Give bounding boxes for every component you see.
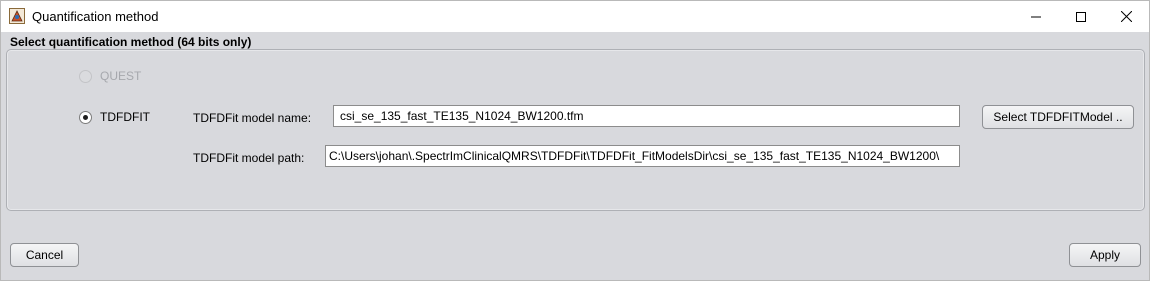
window-title: Quantification method bbox=[32, 9, 159, 24]
apply-button[interactable]: Apply bbox=[1069, 243, 1141, 267]
model-path-label: TDFDFit model path: bbox=[193, 151, 305, 165]
model-name-label: TDFDFit model name: bbox=[193, 111, 312, 125]
radio-selected-dot bbox=[83, 114, 88, 120]
model-name-input[interactable]: csi_se_135_fast_TE135_N1024_BW1200.tfm bbox=[333, 105, 960, 127]
minimize-icon bbox=[1031, 16, 1041, 17]
tdfdfit-label[interactable]: TDFDFIT bbox=[100, 110, 150, 124]
cancel-button[interactable]: Cancel bbox=[10, 243, 79, 267]
quest-radio bbox=[79, 69, 92, 83]
app-icon bbox=[9, 8, 25, 24]
close-icon bbox=[1120, 11, 1132, 22]
tdfdfit-option[interactable]: TDFDFIT bbox=[79, 110, 150, 124]
select-tdfdfit-model-button[interactable]: Select TDFDFITModel .. bbox=[982, 105, 1134, 129]
model-path-input[interactable]: C:\Users\johan\.SpectrImClinicalQMRS\TDF… bbox=[325, 145, 960, 167]
quest-label: QUEST bbox=[100, 69, 142, 83]
section-header: Select quantification method (64 bits on… bbox=[10, 35, 252, 49]
maximize-icon bbox=[1076, 11, 1086, 22]
minimize-button[interactable] bbox=[1013, 1, 1059, 32]
tdfdfit-radio[interactable] bbox=[79, 110, 92, 124]
maximize-button[interactable] bbox=[1058, 1, 1104, 32]
close-button[interactable] bbox=[1103, 1, 1149, 32]
method-panel: QUEST TDFDFIT TDFDFit model name: csi_se… bbox=[6, 49, 1145, 211]
dialog-content: Select quantification method (64 bits on… bbox=[1, 32, 1149, 280]
title-bar[interactable]: Quantification method bbox=[1, 1, 1149, 32]
quantification-method-dialog: Quantification method Select quantificat… bbox=[0, 0, 1150, 281]
quest-option: QUEST bbox=[79, 69, 141, 83]
